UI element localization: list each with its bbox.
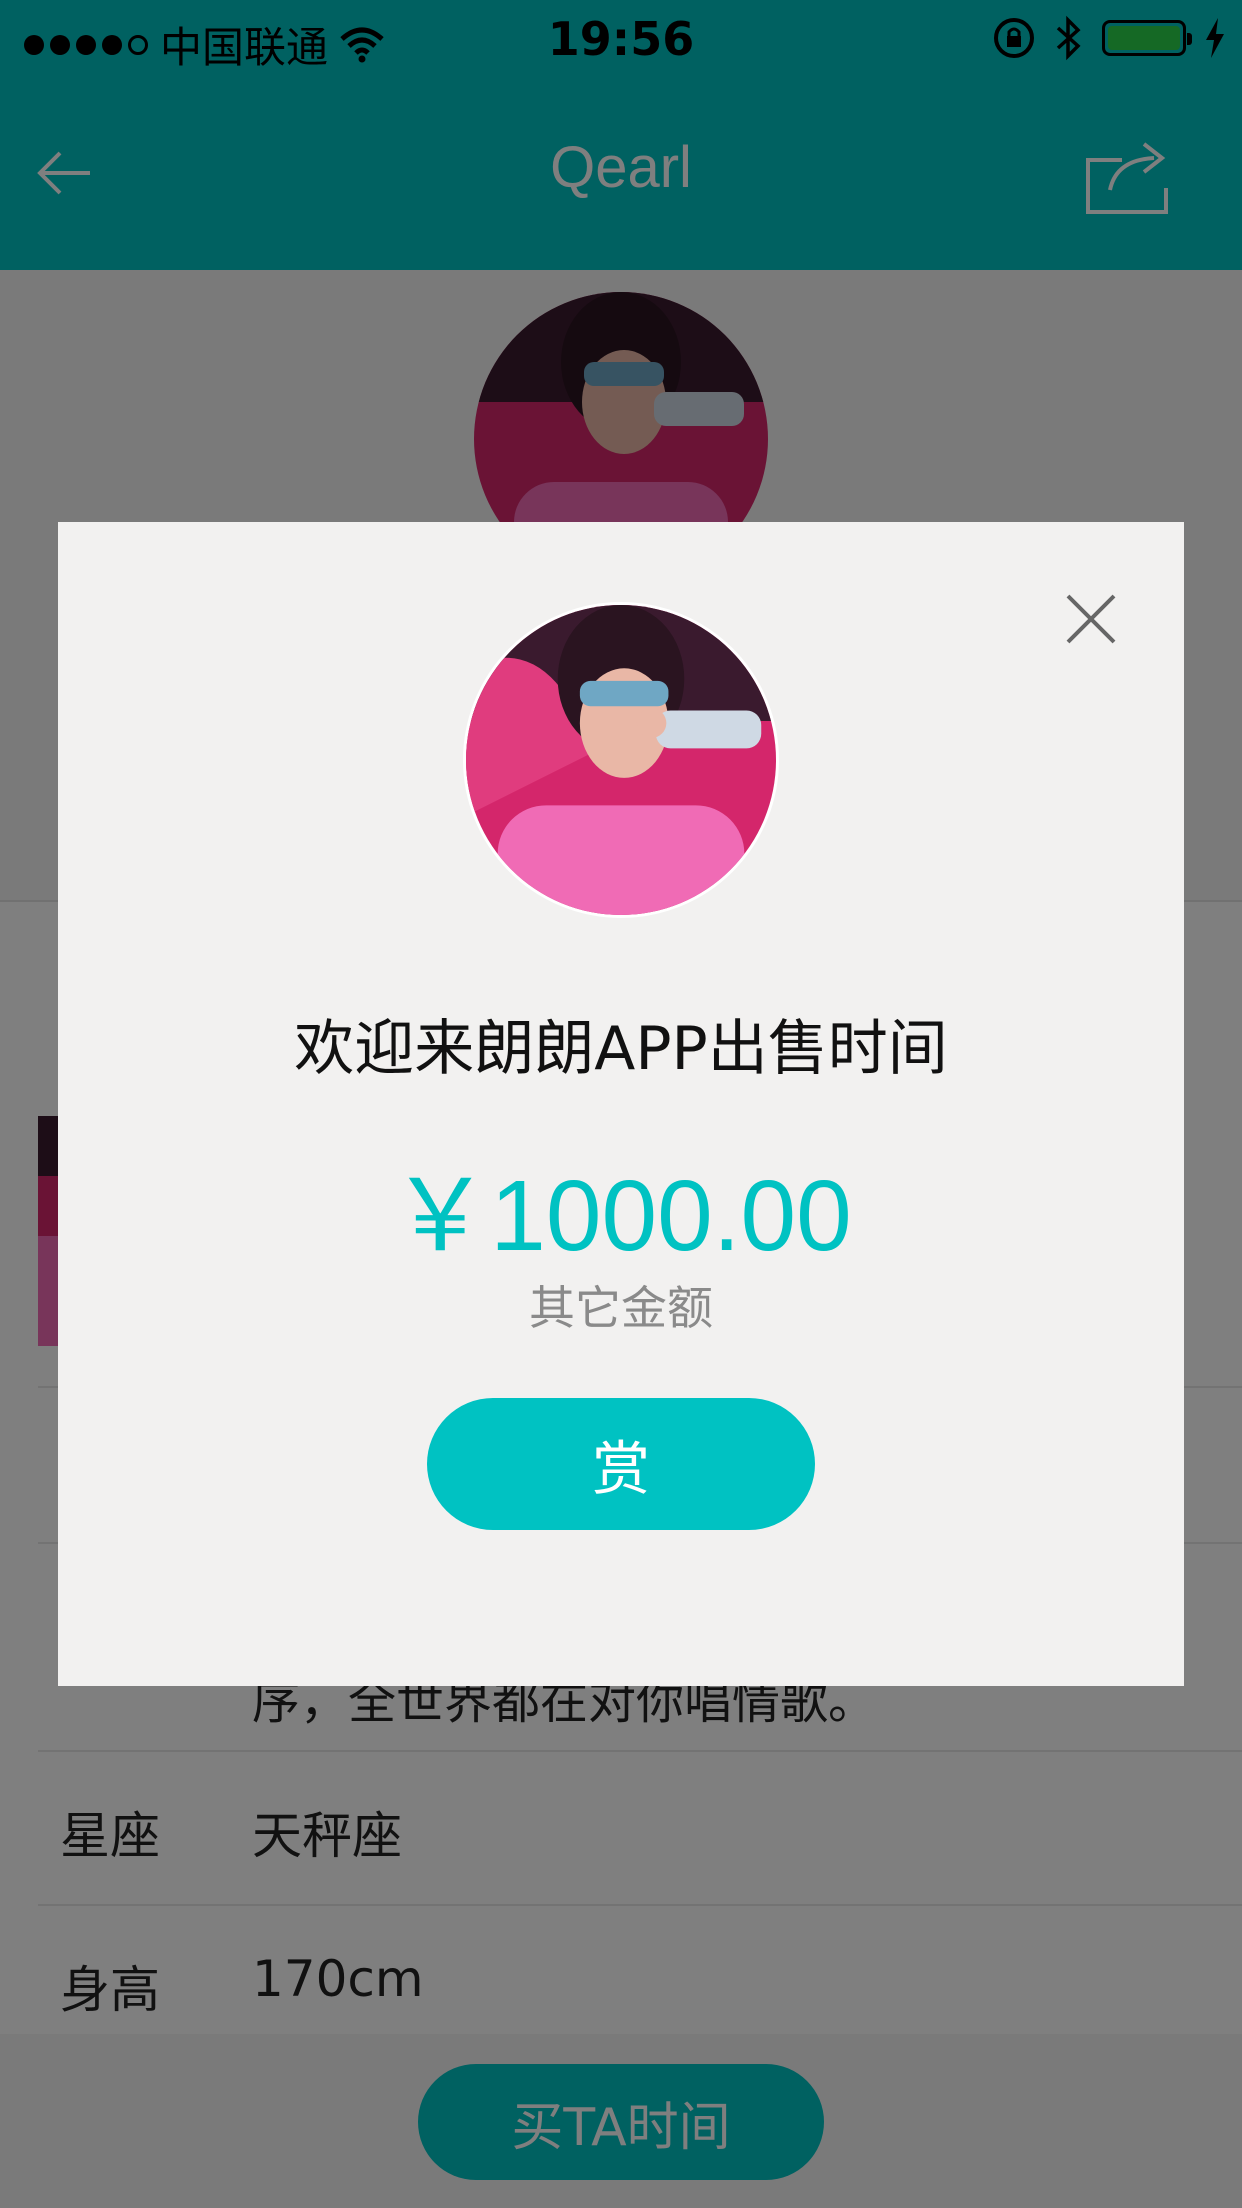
reward-dialog: 欢迎来朗朗APP出售时间 ￥1000.00 其它金额 赏 — [58, 522, 1184, 1686]
dialog-avatar — [463, 602, 779, 918]
reward-button[interactable]: 赏 — [427, 1398, 815, 1530]
close-icon[interactable] — [1064, 592, 1118, 646]
dialog-title: 欢迎来朗朗APP出售时间 — [294, 1014, 948, 1084]
reward-amount[interactable]: ￥1000.00 — [58, 1134, 1184, 1279]
other-amount-link[interactable]: 其它金额 — [58, 1272, 1184, 1338]
